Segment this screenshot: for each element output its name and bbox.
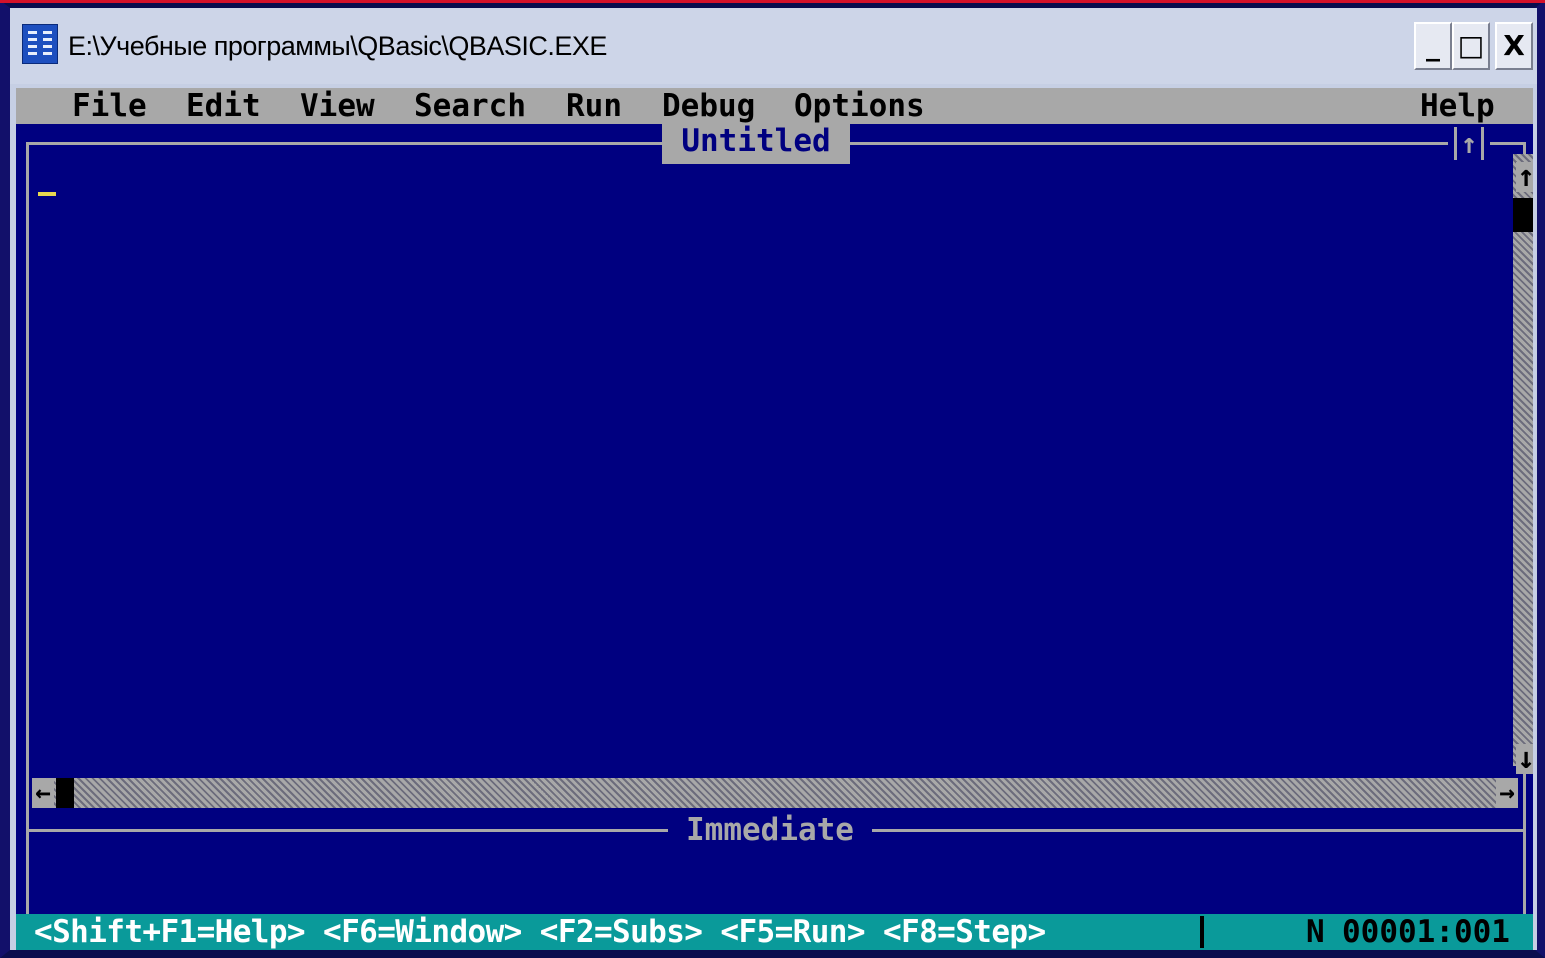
menu-bar: File Edit View Search Run Debug Options … <box>16 88 1533 124</box>
vertical-scrollbar[interactable] <box>1513 154 1533 766</box>
status-hints: <Shift+F1=Help> <F6=Window> <F2=Subs> <F… <box>34 914 1046 950</box>
app-window: E:\Учебные программы\QBasic\QBASIC.EXE _… <box>10 8 1537 950</box>
menu-file[interactable]: File <box>72 88 147 124</box>
menu-options[interactable]: Options <box>794 88 925 124</box>
minimize-button[interactable]: _ <box>1414 22 1452 70</box>
horizontal-scroll-thumb[interactable] <box>56 778 74 808</box>
app-icon <box>22 24 58 64</box>
immediate-right-border <box>1523 829 1526 914</box>
menu-edit[interactable]: Edit <box>186 88 261 124</box>
scroll-right-icon[interactable]: → <box>1496 778 1518 808</box>
top-border <box>0 0 1545 3</box>
menu-search[interactable]: Search <box>414 88 526 124</box>
menu-help[interactable]: Help <box>1420 88 1495 124</box>
scroll-down-icon[interactable]: ↓ <box>1516 744 1533 774</box>
editor-area[interactable] <box>30 148 1510 772</box>
horizontal-scrollbar[interactable] <box>32 778 1518 808</box>
status-mode: N <box>1306 914 1325 950</box>
menu-view[interactable]: View <box>300 88 375 124</box>
status-separator <box>1200 916 1204 948</box>
menu-run[interactable]: Run <box>566 88 622 124</box>
immediate-area[interactable] <box>30 850 1520 912</box>
immediate-left-border <box>26 829 29 914</box>
immediate-title: Immediate <box>668 812 872 848</box>
scroll-left-icon[interactable]: ← <box>32 778 54 808</box>
editor-left-border <box>26 142 29 832</box>
vertical-scroll-thumb[interactable] <box>1513 198 1533 232</box>
cursor-position: 00001:001 <box>1342 914 1510 950</box>
window-title: E:\Учебные программы\QBasic\QBASIC.EXE <box>68 31 607 61</box>
close-button[interactable]: X <box>1495 22 1533 70</box>
title-bar[interactable]: E:\Учебные программы\QBasic\QBASIC.EXE _… <box>10 8 1537 84</box>
maximize-button[interactable]: □ <box>1452 22 1490 70</box>
status-bar: <Shift+F1=Help> <F6=Window> <F2=Subs> <F… <box>16 914 1533 950</box>
menu-debug[interactable]: Debug <box>662 88 755 124</box>
qbasic-screen: File Edit View Search Run Debug Options … <box>16 88 1533 950</box>
scroll-up-icon[interactable]: ↑ <box>1516 162 1533 192</box>
